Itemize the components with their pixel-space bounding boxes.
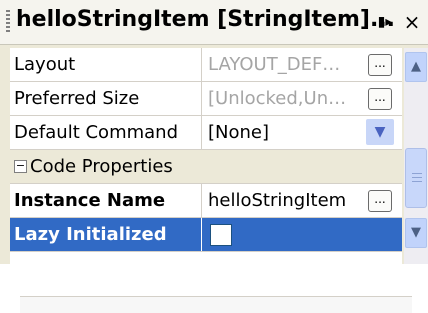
category-label: Code Properties (30, 156, 173, 177)
property-name: Instance Name (10, 184, 202, 217)
pin-icon[interactable]: ▮▸ (372, 9, 398, 35)
drag-grip-icon[interactable] (6, 10, 10, 34)
chevron-down-icon[interactable]: ▼ (405, 218, 427, 248)
property-row-instance-name[interactable]: Instance Name helloStringItem ... (10, 184, 402, 218)
title-bar: helloStringItem [StringItem]... ▮▸ × (0, 0, 428, 45)
property-value: LAYOUT_DEF… (208, 54, 341, 75)
scroll-thumb[interactable] (405, 148, 427, 208)
property-value: [None] (208, 122, 270, 143)
property-value: helloStringItem (208, 190, 347, 211)
property-row-layout[interactable]: Layout LAYOUT_DEF… ... (10, 48, 402, 82)
property-row-lazy-initialized[interactable]: Lazy Initialized (10, 218, 402, 252)
ellipsis-button[interactable]: ... (368, 190, 392, 212)
property-grid: Layout LAYOUT_DEF… ... Preferred Size [U… (10, 48, 412, 313)
property-name: Default Command (10, 116, 202, 149)
ellipsis-button[interactable]: ... (368, 88, 392, 110)
category-code-properties[interactable]: − Code Properties (10, 150, 402, 184)
property-value: [Unlocked,Un… (208, 88, 347, 109)
property-name: Preferred Size (10, 82, 202, 115)
panel-title: helloStringItem [StringItem]... (16, 7, 396, 32)
chevron-down-icon[interactable]: ▼ (366, 119, 394, 145)
collapse-icon[interactable]: − (14, 160, 27, 173)
ellipsis-button[interactable]: ... (368, 54, 392, 76)
property-row-preferred-size[interactable]: Preferred Size [Unlocked,Un… ... (10, 82, 402, 116)
close-icon[interactable]: × (400, 9, 424, 35)
properties-panel: helloStringItem [StringItem]... ▮▸ × Lay… (0, 0, 428, 313)
property-name: Lazy Initialized (10, 218, 202, 251)
chevron-up-icon[interactable]: ▲ (405, 52, 427, 82)
lazy-initialized-checkbox[interactable] (210, 224, 232, 246)
vertical-scrollbar[interactable]: ▲ ▼ (404, 48, 428, 264)
property-name: Layout (10, 48, 202, 81)
property-row-default-command[interactable]: Default Command [None] ▼ (10, 116, 402, 150)
grid-bottom-edge (20, 296, 412, 313)
